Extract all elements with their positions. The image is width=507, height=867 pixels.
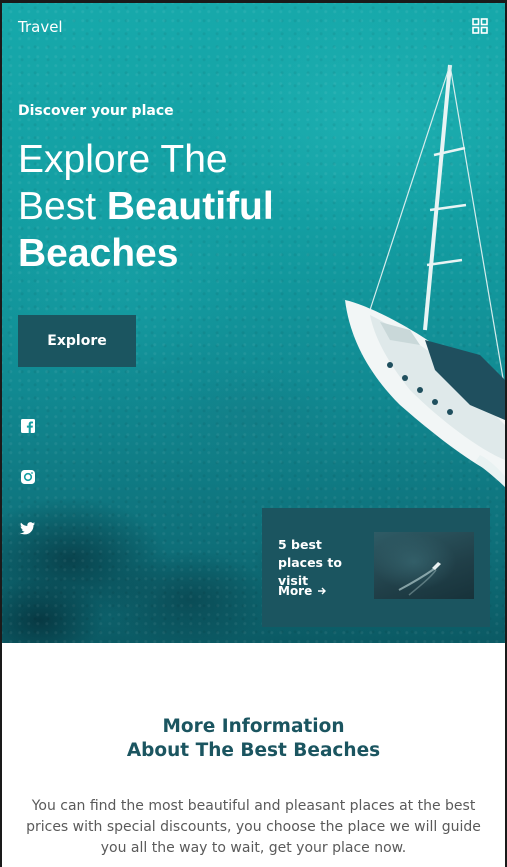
info-section: More Information About The Best Beaches …: [0, 643, 507, 867]
featured-card[interactable]: 5 best places to visit More: [262, 508, 490, 627]
sailboat-image: [345, 64, 507, 490]
card-more-label: More: [278, 584, 313, 598]
info-title-line2: About The Best Beaches: [126, 740, 381, 761]
card-thumbnail: [374, 532, 474, 599]
arrow-right-icon: [318, 587, 327, 595]
headline-line2-regular: Best: [18, 185, 107, 228]
twitter-icon[interactable]: [20, 520, 36, 536]
info-title-line1: More Information: [162, 716, 345, 737]
info-paragraph: You can find the most beautiful and plea…: [26, 798, 481, 856]
headline-line1: Explore The: [18, 138, 228, 181]
instagram-icon[interactable]: [20, 469, 36, 485]
boat-thumbnail-image: [398, 562, 441, 596]
hero-subtitle: Discover your place: [18, 103, 174, 119]
facebook-icon[interactable]: [20, 418, 36, 434]
grid-icon[interactable]: [472, 18, 488, 34]
card-title: 5 best places to visit: [278, 537, 342, 588]
explore-button[interactable]: Explore: [18, 315, 136, 367]
hero-headline: Explore The Best Beautiful Beaches: [18, 136, 318, 277]
card-more-link[interactable]: More: [278, 584, 327, 598]
brand-logo[interactable]: Travel: [18, 18, 63, 36]
info-title: More Information About The Best Beaches: [0, 715, 507, 763]
headline-line2-bold: Beautiful: [106, 185, 274, 228]
headline-line3-bold: Beaches: [18, 232, 179, 275]
hero-section: Travel Discover your place Explore The B…: [0, 0, 507, 643]
